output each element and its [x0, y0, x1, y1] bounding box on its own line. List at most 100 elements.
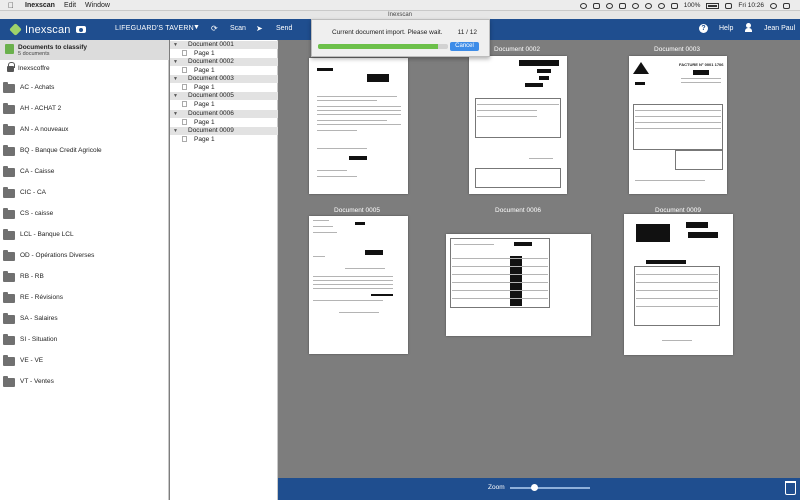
menu-window[interactable]: Window [85, 2, 110, 9]
spotlight-icon[interactable] [770, 2, 777, 9]
send-icon[interactable]: ➤ [256, 24, 263, 33]
folder-icon [3, 334, 15, 345]
sidebar-folder[interactable]: VE - VE [0, 351, 169, 372]
scan-icon[interactable]: ⟳ [211, 24, 218, 33]
menubar-status-area: 100% Fri 10:26 [579, 0, 790, 11]
chevron-down-icon[interactable]: ▼ [193, 24, 200, 31]
tree-document[interactable]: ▼ Document 0005 [170, 92, 278, 100]
inbox-icon [5, 44, 14, 54]
sidebar-folder[interactable]: CS - caisse [0, 204, 169, 225]
document-thumbnail[interactable] [309, 216, 408, 354]
logo-mark-icon [9, 23, 22, 36]
folder-label: SI - Situation [20, 336, 58, 343]
sidebar-folder[interactable]: CIC - CA [0, 183, 169, 204]
sidebar-folder[interactable]: AH - ACHAT 2 [0, 99, 169, 120]
tree-page[interactable]: Page 1 [170, 49, 278, 58]
send-button[interactable]: Send [276, 25, 292, 32]
folder-icon [3, 103, 15, 114]
disclosure-triangle-icon[interactable]: ▼ [173, 110, 178, 118]
user-name[interactable]: Jean Paul [764, 25, 795, 32]
volume-icon[interactable] [670, 2, 678, 9]
apple-icon[interactable]:  [8, 1, 16, 10]
disclosure-triangle-icon[interactable]: ▼ [173, 75, 178, 83]
sidebar-folder[interactable]: SI - Situation [0, 330, 169, 351]
zoom-slider[interactable] [510, 487, 590, 489]
document-thumbnail[interactable] [309, 58, 408, 194]
page-name: Page 1 [194, 84, 215, 91]
wifi-icon[interactable] [657, 2, 665, 9]
import-progress-bar [318, 44, 448, 49]
thumbnail-label: Document 0005 [334, 207, 380, 214]
tree-page[interactable]: Page 1 [170, 100, 278, 109]
zoom-slider-knob[interactable] [530, 484, 538, 491]
tree-page[interactable]: Page 1 [170, 83, 278, 92]
document-thumbnail[interactable]: FACTURE N° 0001 1706 [629, 56, 727, 194]
journal-sidebar: Documents to classify 5 documents Inexsc… [0, 40, 169, 500]
window-titlebar[interactable]: Inexscan [0, 11, 800, 19]
status-icon[interactable] [592, 2, 600, 9]
tree-document[interactable]: ▼ Document 0009 [170, 127, 278, 135]
battery-icon[interactable] [706, 2, 720, 9]
menu-edit[interactable]: Edit [64, 2, 76, 9]
sidebar-folder[interactable]: VT - Ventes [0, 372, 169, 393]
folder-icon [3, 355, 15, 366]
battery-percent: 100% [683, 2, 701, 9]
bluetooth-icon[interactable] [644, 2, 652, 9]
tree-document[interactable]: ▼ Document 0003 [170, 75, 278, 83]
menubar-clock[interactable]: Fri 10:26 [738, 2, 764, 9]
sidebar-folder[interactable]: SA - Salaires [0, 309, 169, 330]
tree-page[interactable]: Page 1 [170, 118, 278, 127]
time-machine-icon[interactable] [631, 2, 639, 9]
client-selector[interactable]: LIFEGUARD'S TAVERN [115, 25, 194, 32]
sidebar-folder[interactable]: BQ - Banque Credit Agricole [0, 141, 169, 162]
scan-button[interactable]: Scan [230, 25, 246, 32]
document-tree: ▼ Document 0001 Page 1 ▼ Document 0002 Pag… [170, 40, 278, 500]
user-icon[interactable] [745, 23, 752, 33]
page-icon [182, 50, 187, 56]
sidebar-folder[interactable]: CA - Caisse [0, 162, 169, 183]
document-thumbnail[interactable] [624, 214, 733, 355]
document-thumbnail[interactable] [446, 234, 591, 336]
trash-icon[interactable] [785, 481, 796, 495]
document-name: Document 0005 [188, 92, 234, 99]
page-name: Page 1 [194, 136, 215, 143]
folder-label: CIC - CA [20, 189, 46, 196]
tree-document[interactable]: ▼ Document 0001 [170, 41, 278, 49]
document-name: Document 0009 [188, 127, 234, 134]
sidebar-folder[interactable]: RB - RB [0, 267, 169, 288]
sidebar-item-inexscoffre[interactable]: Inexscoffre [0, 62, 169, 78]
sidebar-folder[interactable]: OD - Opérations Diverses [0, 246, 169, 267]
document-name: Document 0001 [188, 41, 234, 48]
disclosure-triangle-icon[interactable]: ▼ [173, 58, 178, 66]
folder-label: AN - A nouveaux [20, 126, 69, 133]
sidebar-folder[interactable]: AC - Achats [0, 78, 169, 99]
document-thumbnail[interactable] [469, 56, 567, 194]
sidebar-folder[interactable]: LCL - Banque LCL [0, 225, 169, 246]
dialog-count: 11 / 12 [457, 29, 477, 36]
sidebar-folder[interactable]: AN - A nouveaux [0, 120, 169, 141]
cancel-button[interactable]: Cancel [450, 42, 479, 51]
help-icon[interactable]: ? [699, 24, 708, 33]
disclosure-triangle-icon[interactable]: ▼ [173, 92, 178, 100]
folder-icon [3, 229, 15, 240]
documents-to-classify[interactable]: Documents to classify 5 documents [0, 40, 169, 60]
tree-page[interactable]: Page 1 [170, 66, 278, 75]
disclosure-triangle-icon[interactable]: ▼ [173, 127, 178, 135]
help-button[interactable]: Help [719, 25, 733, 32]
status-icon[interactable] [618, 2, 626, 9]
menu-app-name[interactable]: Inexscan [25, 2, 55, 9]
folder-label: CS - caisse [20, 210, 54, 217]
tree-document[interactable]: ▼ Document 0006 [170, 110, 278, 118]
tree-page[interactable]: Page 1 [170, 135, 278, 144]
page-icon [182, 84, 187, 90]
disclosure-triangle-icon[interactable]: ▼ [173, 41, 178, 49]
tree-document[interactable]: ▼ Document 0002 [170, 58, 278, 66]
status-icon[interactable] [605, 2, 613, 9]
camera-icon [75, 26, 86, 33]
notification-center-icon[interactable] [783, 2, 790, 9]
keyboard-icon[interactable] [725, 2, 733, 9]
lock-icon [7, 62, 15, 72]
status-icon[interactable] [579, 2, 587, 9]
sidebar-folder[interactable]: RE - Révisions [0, 288, 169, 309]
folder-icon [3, 208, 15, 219]
